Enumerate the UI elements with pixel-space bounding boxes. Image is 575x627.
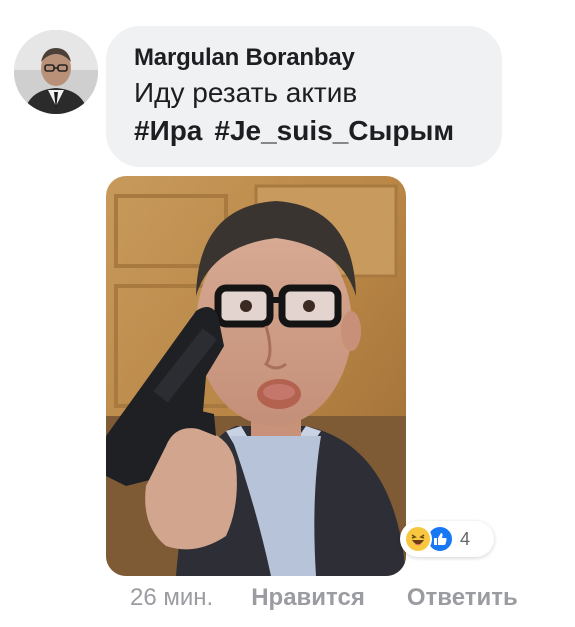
reply-button[interactable]: Ответить [407,584,518,612]
comment-action-bar: 26 мин. Нравится Ответить [130,578,518,618]
comment: Margulan Boranbay Иду резать актив #Ира #… [0,0,575,627]
timestamp[interactable]: 26 мин. [130,584,213,612]
comment-text: Иду резать актив [134,77,358,108]
hashtag-link[interactable]: #Ира [134,115,202,146]
attached-photo[interactable] [106,176,406,576]
hashtag-link[interactable]: #Je_suis_Сырым [214,115,454,146]
reaction-count: 4 [460,528,471,549]
avatar-photo [14,30,98,114]
comment-bubble: Margulan Boranbay Иду резать актив #Ира #… [106,26,502,167]
avatar[interactable] [14,30,98,114]
hashtag-list: #Ира #Je_suis_Сырым [134,113,476,149]
author-name[interactable]: Margulan Boranbay [134,43,476,73]
photo-image [106,176,406,576]
haha-icon [404,525,432,553]
reaction-summary[interactable]: 4 [400,521,494,557]
like-button[interactable]: Нравится [251,584,365,612]
